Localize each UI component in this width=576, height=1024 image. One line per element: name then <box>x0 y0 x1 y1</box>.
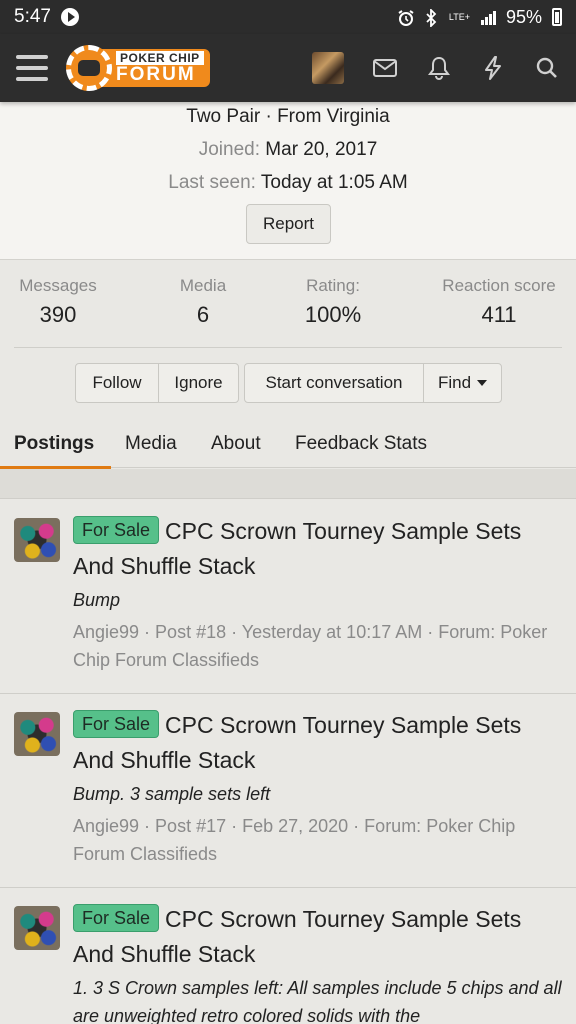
avatar[interactable] <box>14 712 60 756</box>
tab-postings[interactable]: Postings <box>0 420 111 469</box>
stat-rating[interactable]: Rating: 100% <box>293 276 373 328</box>
thread-title[interactable]: For Sale CPC Scrown Tourney Sample Sets A… <box>73 708 563 778</box>
tab-media[interactable]: Media <box>111 420 191 468</box>
network-type: LTE+ <box>448 11 470 22</box>
post-snippet: 1. 3 S Crown samples left: All samples i… <box>73 978 562 1024</box>
mail-icon[interactable] <box>372 55 398 81</box>
divider <box>14 347 562 348</box>
list-item[interactable]: For Sale CPC Scrown Tourney Sample Sets A… <box>0 694 576 888</box>
member-tagline: Two Pair · From Virginia <box>186 106 390 127</box>
joined-row: Joined: Mar 20, 2017 <box>0 139 576 161</box>
stat-value: 411 <box>481 302 517 327</box>
for-sale-badge: For Sale <box>73 710 160 738</box>
conversation-find-group: Start conversation Find <box>244 363 502 403</box>
caret-down-icon <box>477 380 488 386</box>
joined-label: Joined: <box>198 139 261 160</box>
stat-messages[interactable]: Messages 390 <box>14 276 102 328</box>
chip-logo-icon <box>66 45 112 91</box>
play-icon <box>60 8 79 26</box>
last-seen-value: Today at 1:05 AM <box>260 172 408 193</box>
thread-title[interactable]: For Sale CPC Scrown Tourney Sample Sets A… <box>73 902 563 972</box>
last-seen-row: Last seen: Today at 1:05 AM <box>0 172 576 194</box>
tab-feedback-stats[interactable]: Feedback Stats <box>281 420 441 468</box>
avatar[interactable] <box>14 906 60 950</box>
report-button[interactable]: Report <box>246 204 331 244</box>
ignore-button[interactable]: Ignore <box>158 364 238 402</box>
stat-reaction-score[interactable]: Reaction score 411 <box>433 276 565 328</box>
joined-value: Mar 20, 2017 <box>265 139 378 160</box>
post-meta: Angie99 · Post #18 · Yesterday at 10:17 … <box>73 622 548 670</box>
menu-icon[interactable] <box>16 55 48 81</box>
avatar[interactable] <box>14 518 60 562</box>
stat-label: Media <box>179 276 227 295</box>
stat-value: 390 <box>39 302 77 327</box>
profile-header: Two Pair · From Virginia Joined: Mar 20,… <box>0 102 576 260</box>
app-header: POKER CHIP FORUM <box>0 34 576 102</box>
follow-button[interactable]: Follow <box>76 364 158 402</box>
status-time: 5:47 <box>14 6 51 27</box>
site-logo[interactable]: POKER CHIP FORUM <box>66 44 210 92</box>
bell-icon[interactable] <box>426 55 452 81</box>
signal-icon <box>480 9 496 25</box>
user-avatar[interactable] <box>312 52 344 84</box>
lightning-icon[interactable] <box>480 55 506 81</box>
member-actions: Follow Ignore Start conversation Find <box>0 363 576 403</box>
stat-label: Messages <box>19 276 97 295</box>
start-conversation-button[interactable]: Start conversation <box>245 364 423 402</box>
find-label: Find <box>437 373 472 392</box>
post-snippet: Bump. 3 sample sets left <box>73 784 271 804</box>
battery-percent: 95% <box>505 6 542 27</box>
status-bar: 5:47 LTE+ 95% <box>0 0 576 34</box>
stat-value: 100% <box>304 302 362 327</box>
post-meta: Angie99 · Post #17 · Feb 27, 2020 · Foru… <box>73 816 516 864</box>
list-item[interactable]: For Sale CPC Scrown Tourney Sample Sets A… <box>0 888 576 1024</box>
member-stats: Messages 390 Media 6 Rating: 100% Reacti… <box>0 260 576 420</box>
logo-text-top: POKER CHIP <box>116 51 204 65</box>
for-sale-badge: For Sale <box>73 904 160 932</box>
search-icon[interactable] <box>534 55 560 81</box>
alarm-icon <box>397 9 414 26</box>
last-seen-label: Last seen: <box>168 172 256 193</box>
thread-title[interactable]: For Sale CPC Scrown Tourney Sample Sets A… <box>73 514 563 584</box>
logo-text-bottom: FORUM <box>116 64 196 85</box>
list-item[interactable]: For Sale CPC Scrown Tourney Sample Sets A… <box>0 500 576 694</box>
find-dropdown[interactable]: Find <box>423 364 501 402</box>
post-snippet: Bump <box>73 590 121 610</box>
profile-tabs: Postings Media About Feedback Stats <box>0 420 576 469</box>
bluetooth-icon <box>423 7 439 29</box>
follow-ignore-group: Follow Ignore <box>75 363 239 403</box>
battery-icon <box>552 8 562 26</box>
for-sale-badge: For Sale <box>73 516 160 544</box>
stat-label: Rating: <box>306 276 360 295</box>
tab-about[interactable]: About <box>197 420 275 468</box>
stat-label: Reaction score <box>442 276 556 295</box>
section-spacer <box>0 469 576 499</box>
stat-value: 6 <box>196 302 210 327</box>
stat-media[interactable]: Media 6 <box>168 276 238 328</box>
